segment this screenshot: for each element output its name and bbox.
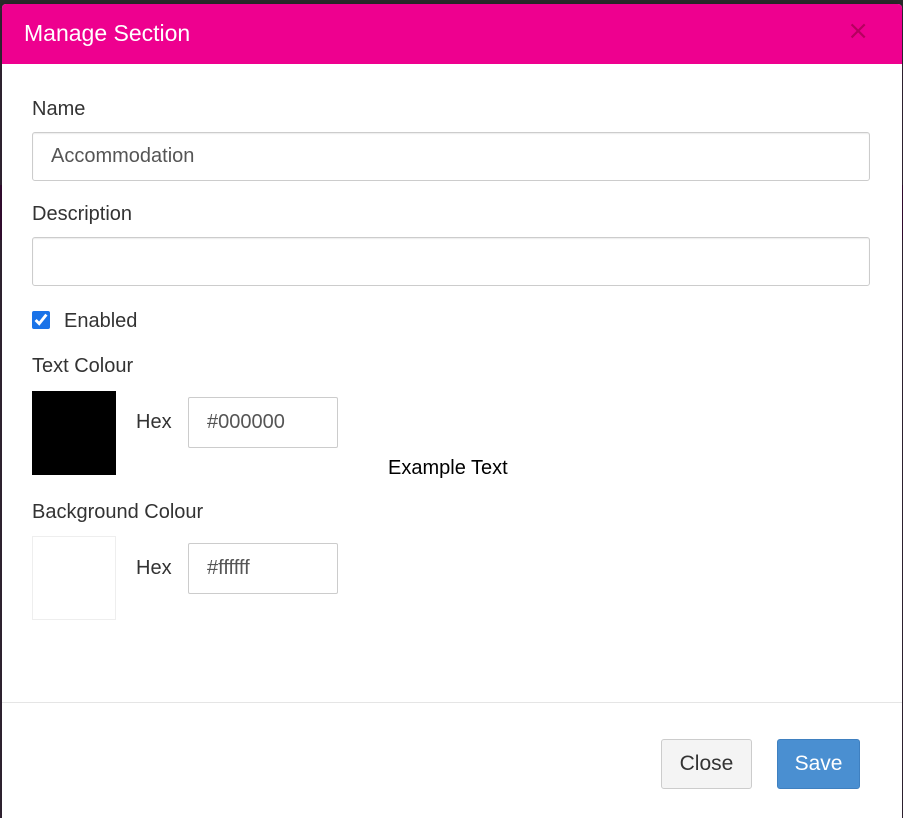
modal-title: Manage Section (24, 20, 191, 46)
enabled-label[interactable]: Enabled (64, 310, 137, 333)
text-colour-hex-input[interactable] (188, 397, 338, 448)
manage-section-modal: Manage Section × Name Description Enable… (2, 4, 902, 818)
name-input[interactable] (32, 132, 870, 181)
close-icon[interactable]: × (847, 18, 869, 44)
text-colour-hex-label: Hex (136, 411, 172, 433)
background-colour-hex-input[interactable] (188, 543, 338, 594)
description-input[interactable] (32, 237, 870, 286)
background-colour-swatch[interactable] (32, 536, 116, 620)
save-button[interactable]: Save (777, 739, 860, 789)
example-text-preview: Example Text (388, 457, 508, 480)
background-colour-label: Background Colour (32, 501, 204, 523)
close-button[interactable]: Close (661, 739, 752, 789)
text-colour-swatch[interactable] (32, 391, 116, 475)
footer-divider (2, 702, 902, 703)
modal-header: Manage Section × (2, 4, 902, 64)
enabled-checkbox[interactable] (32, 311, 50, 329)
description-label: Description (32, 203, 133, 225)
text-colour-label: Text Colour (32, 355, 134, 377)
background-colour-hex-label: Hex (136, 557, 172, 579)
name-label: Name (32, 98, 86, 120)
